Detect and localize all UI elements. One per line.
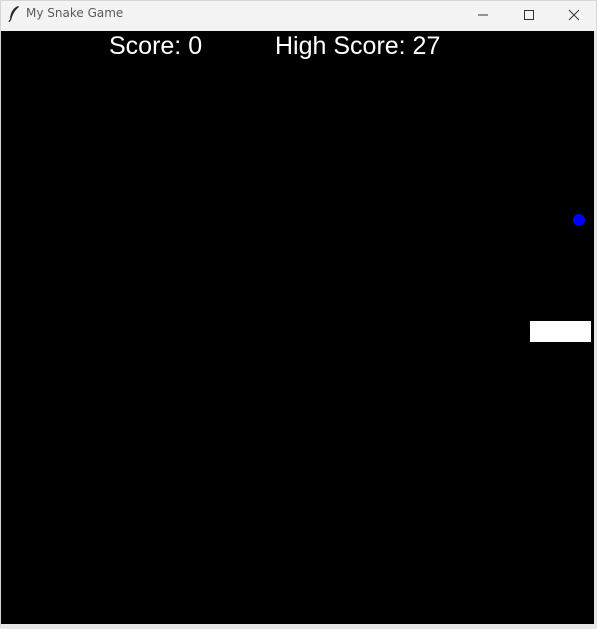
snake-body [530,321,591,342]
maximize-icon [523,6,535,25]
high-score-label: High Score: 27 [275,32,441,60]
close-button[interactable] [551,1,597,30]
game-canvas[interactable]: Score: 0 High Score: 27 [1,31,594,624]
feather-icon [7,5,21,23]
minimize-icon [477,6,489,25]
title-bar[interactable]: My Snake Game [1,1,596,30]
window-bottom-border [1,624,597,629]
score-label: Score: 0 [109,32,203,60]
minimize-button[interactable] [460,1,506,30]
food-pellet [573,214,585,226]
window-title: My Snake Game [26,6,124,20]
close-icon [568,6,580,25]
maximize-button[interactable] [506,1,552,30]
game-window: My Snake Game Score: 0 High Score: 27 [0,0,597,629]
